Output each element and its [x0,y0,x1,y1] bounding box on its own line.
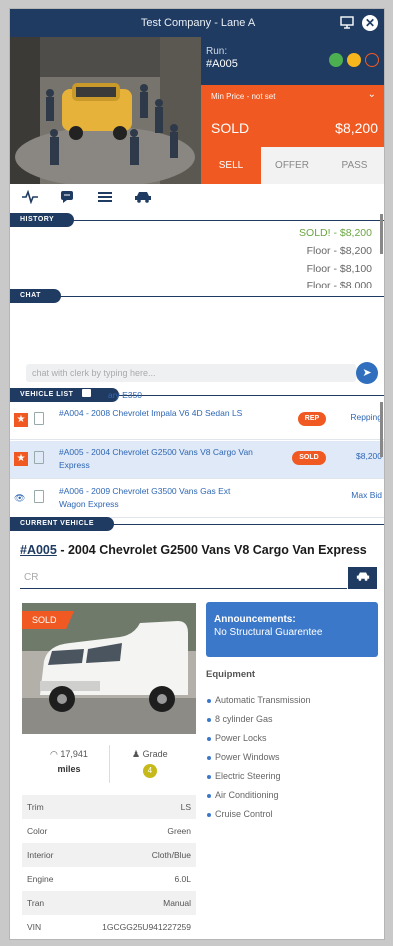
equipment-item: Power Windows [207,752,280,762]
min-price-label[interactable]: Min Price - not set [211,92,275,101]
sale-action-tabs: SELL OFFER PASS [201,147,384,184]
history-entry: Floor - $8,000 [306,280,372,288]
vehicle-list-row-selected[interactable]: ★ #A005 - 2004 Chevrolet G2500 Vans V8 C… [10,441,384,479]
current-vehicle-title: #A005 - 2004 Chevrolet G2500 Vans V8 Car… [20,543,367,557]
chat-bubble-icon[interactable] [60,190,74,207]
list-icon[interactable] [98,190,112,206]
equipment-item: Cruise Control [207,809,273,819]
vehicle-description[interactable]: #A006 - 2009 Chevrolet G3500 Vans Gas Ex… [59,485,259,511]
equipment-item: Power Locks [207,733,267,743]
status-light-red [365,53,379,67]
current-vehicle-scrollbar[interactable] [384,529,385,879]
list-item-partial[interactable]: ary E350 [108,390,142,400]
mileage-value: 17,941 [60,749,88,759]
chat-section-label: CHAT [10,289,61,303]
app-window: Test Company - Lane A ✕ Run: #A005 Min P… [9,8,385,940]
star-icon[interactable]: ★ [14,452,28,466]
vehicle-description[interactable]: #A004 - 2008 Chevrolet Impala V6 4D Seda… [59,407,259,420]
vehicle-list-section-label: VEHICLE LIST [10,388,119,402]
vehicle-amount: Repping [350,412,382,422]
sale-status: SOLD [211,120,250,136]
spec-row: Engine 6.0L [27,874,191,884]
tab-pass[interactable]: PASS [323,147,384,184]
chat-input[interactable]: chat with clerk by typing here... [26,364,356,382]
spec-row: Interior Cloth/Blue [22,843,196,867]
history-scrollbar[interactable] [380,214,383,254]
history-section-label: HISTORY [10,213,75,227]
vehicle-amount: $8,200 [356,451,382,461]
tab-offer[interactable]: OFFER [261,147,323,184]
status-light-yellow [347,53,361,67]
speedometer-icon: ◠ [50,749,58,759]
equipment-title: Equipment [206,669,256,680]
star-icon[interactable]: ★ [14,413,28,427]
monitor-icon[interactable] [340,16,354,32]
mileage-stat: ◠ 17,941 miles [50,749,88,774]
vehicle-description[interactable]: #A005 - 2004 Chevrolet G2500 Vans V8 Car… [59,446,259,472]
document-icon[interactable] [34,412,44,425]
mileage-label: miles [57,764,81,774]
status-badge: SOLD [292,451,326,465]
sold-photo-badge: SOLD [22,611,74,629]
run-number: #A005 [206,58,238,70]
run-link[interactable]: #A005 [20,543,57,557]
tab-sell[interactable]: SELL [201,147,261,184]
eye-icon[interactable]: 👁 [14,493,25,504]
spec-row: VIN 1GCGG25U941227259 [27,922,191,932]
spec-row: Trim LS [22,795,196,819]
spec-row: Color Green [27,826,191,836]
grade-stat: ♟ Grade 4 [132,749,168,778]
send-icon[interactable]: ➤ [356,362,378,384]
announcements-text: No Structural Guarentee [214,627,323,638]
auction-camera-feed [10,37,201,184]
announcements-title: Announcements: [214,614,296,625]
equipment-item: Air Conditioning [207,790,279,800]
panel-toolbar [10,184,384,212]
equipment-item: Electric Steering [207,771,281,781]
grade-icon: ♟ [132,749,141,759]
grade-badge: 4 [142,764,157,778]
sale-status-panel: Min Price - not set ⌄ SOLD $8,200 [201,85,384,147]
current-vehicle-section-label: CURRENT VEHICLE [10,517,115,531]
vehicle-list-scrollbar[interactable] [380,402,383,457]
chevron-down-icon[interactable]: ⌄ [368,89,376,100]
activity-icon[interactable] [22,189,38,207]
vehicle-list-row[interactable]: 👁 #A006 - 2009 Chevrolet G3500 Vans Gas … [10,480,384,518]
run-label: Run: [206,46,228,57]
document-icon[interactable] [34,451,44,464]
vehicle-list-label: VEHICLE LIST [20,391,74,398]
car-icon[interactable] [348,567,377,589]
toggle-icon[interactable] [81,389,91,397]
grade-label: Grade [142,749,168,759]
announcements-box: Announcements: No Structural Guarentee [206,602,378,657]
vehicle-amount: Max Bid [351,490,382,500]
car-icon[interactable] [134,190,152,206]
run-header: Run: #A005 [201,37,384,85]
title-bar: Test Company - Lane A ✕ [10,9,384,37]
status-light-green [329,53,343,67]
window-title: Test Company - Lane A [140,17,256,29]
history-entry: SOLD! - $8,200 [299,227,372,239]
vehicle-list-row[interactable]: ★ #A004 - 2008 Chevrolet Impala V6 4D Se… [10,402,384,440]
vehicle-photo[interactable]: SOLD [22,603,196,734]
sale-price: $8,200 [335,120,378,136]
equipment-item: Automatic Transmission [207,695,311,705]
vehicle-name: - 2004 Chevrolet G2500 Vans V8 Cargo Van… [56,543,367,557]
equipment-item: 8 cylinder Gas [207,714,273,724]
history-entry: Floor - $8,200 [306,245,372,257]
spec-row: Tran Manual [22,891,196,915]
status-badge: REP [298,412,326,426]
document-icon[interactable] [34,490,44,503]
condition-report-field[interactable]: CR [20,567,347,589]
history-entry: Floor - $8,100 [306,263,372,275]
close-icon[interactable]: ✕ [362,15,378,31]
